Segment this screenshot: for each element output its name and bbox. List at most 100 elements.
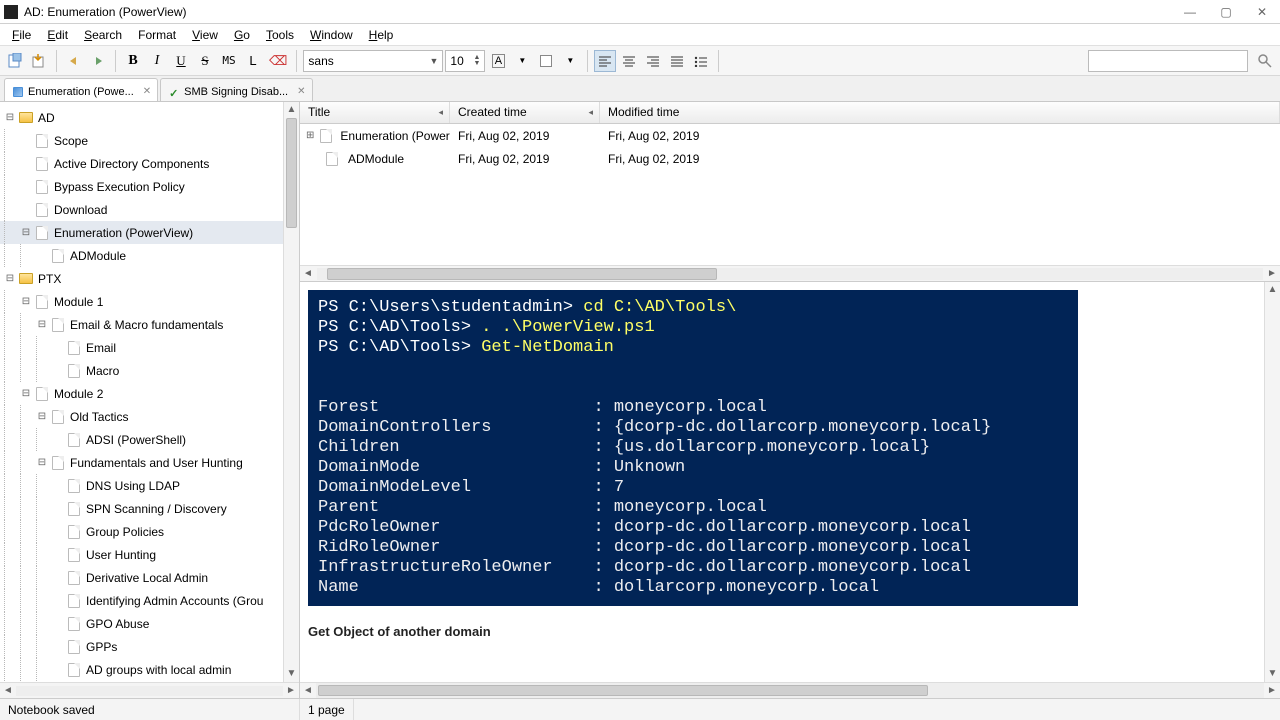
minimize-button[interactable]: — xyxy=(1172,1,1208,23)
font-size-input[interactable]: 10 ▲▼ xyxy=(445,50,485,72)
italic-button[interactable]: I xyxy=(146,50,168,72)
tree-item[interactable]: Email xyxy=(0,336,299,359)
menu-window[interactable]: Window xyxy=(302,25,361,45)
tree-item[interactable]: ⊟Fundamentals and User Hunting xyxy=(0,451,299,474)
tree-item[interactable]: Active Directory Components xyxy=(0,152,299,175)
document-tab[interactable]: Enumeration (Powe...✕ xyxy=(4,78,158,101)
close-button[interactable]: ✕ xyxy=(1244,1,1280,23)
document-tab[interactable]: ✓SMB Signing Disab...✕ xyxy=(160,78,312,101)
menu-go[interactable]: Go xyxy=(226,25,258,45)
monospace-button[interactable]: MS xyxy=(218,50,240,72)
tree-vscrollbar[interactable]: ▲ ▼ xyxy=(283,102,299,682)
menu-edit[interactable]: Edit xyxy=(39,25,76,45)
tree-item[interactable]: Macro xyxy=(0,359,299,382)
bg-color-dropdown[interactable]: ▼ xyxy=(559,50,581,72)
sort-icon: ◂ xyxy=(438,107,443,118)
list-hscrollbar[interactable]: ◄ ► xyxy=(300,265,1280,281)
font-color-button[interactable]: A xyxy=(487,50,509,72)
tree-item[interactable]: GPO Abuse xyxy=(0,612,299,635)
scroll-left-icon[interactable]: ◄ xyxy=(0,685,16,696)
content-hscrollbar[interactable]: ◄ ► xyxy=(300,682,1280,698)
font-color-dropdown[interactable]: ▼ xyxy=(511,50,533,72)
menu-format[interactable]: Format xyxy=(130,25,184,45)
import-button[interactable] xyxy=(28,50,50,72)
tab-close-icon[interactable]: ✕ xyxy=(143,86,151,97)
list-row[interactable]: ADModuleFri, Aug 02, 2019Fri, Aug 02, 20… xyxy=(300,147,1280,170)
list-row[interactable]: ⊞Enumeration (PowerView)Fri, Aug 02, 201… xyxy=(300,124,1280,147)
scroll-thumb[interactable] xyxy=(286,118,297,228)
collapse-icon[interactable]: ⊟ xyxy=(20,291,32,313)
maximize-button[interactable]: ▢ xyxy=(1208,1,1244,23)
menu-help[interactable]: Help xyxy=(361,25,402,45)
column-modified[interactable]: Modified time xyxy=(600,102,1280,123)
align-right-button[interactable] xyxy=(642,50,664,72)
tree-item[interactable]: GPPs xyxy=(0,635,299,658)
scroll-right-icon[interactable]: ► xyxy=(1264,683,1280,698)
collapse-icon[interactable]: ⊟ xyxy=(36,452,48,474)
highlight-button[interactable]: L xyxy=(242,50,264,72)
menu-file[interactable]: File xyxy=(4,25,39,45)
scroll-down-icon[interactable]: ▼ xyxy=(1265,666,1280,682)
bg-color-button[interactable] xyxy=(535,50,557,72)
collapse-icon[interactable]: ⊟ xyxy=(36,406,48,428)
tree-item[interactable]: ⊟Module 1 xyxy=(0,290,299,313)
scroll-thumb[interactable] xyxy=(318,685,928,696)
scroll-down-icon[interactable]: ▼ xyxy=(284,666,299,682)
scroll-right-icon[interactable]: ► xyxy=(283,685,299,696)
menu-search[interactable]: Search xyxy=(76,25,130,45)
bold-button[interactable]: B xyxy=(122,50,144,72)
tree-item[interactable]: ADModule xyxy=(0,244,299,267)
clear-format-button[interactable]: ⌫ xyxy=(266,50,290,72)
spin-down[interactable]: ▼ xyxy=(473,61,480,67)
underline-button[interactable]: U xyxy=(170,50,192,72)
tree-item[interactable]: AD groups with local admin xyxy=(0,658,299,681)
align-left-button[interactable] xyxy=(594,50,616,72)
tree-item[interactable]: Identifying Admin Accounts (Grou xyxy=(0,589,299,612)
scroll-right-icon[interactable]: ► xyxy=(1264,268,1280,279)
back-button[interactable] xyxy=(63,50,85,72)
scroll-left-icon[interactable]: ◄ xyxy=(300,268,316,279)
note-content[interactable]: PS C:\Users\studentadmin> cd C:\AD\Tools… xyxy=(300,282,1264,682)
font-family-select[interactable]: sans ▼ xyxy=(303,50,443,72)
collapse-icon[interactable]: ⊟ xyxy=(36,314,48,336)
scroll-up-icon[interactable]: ▲ xyxy=(1265,282,1280,298)
menu-tools[interactable]: Tools xyxy=(258,25,302,45)
align-justify-button[interactable] xyxy=(666,50,688,72)
tree-item[interactable]: ⊟Old Tactics xyxy=(0,405,299,428)
tree-item[interactable]: DNS Using LDAP xyxy=(0,474,299,497)
column-created[interactable]: Created time◂ xyxy=(450,102,600,123)
tree-item[interactable]: Derivative Local Admin xyxy=(0,566,299,589)
search-input[interactable] xyxy=(1088,50,1248,72)
tree-item[interactable]: Scope xyxy=(0,129,299,152)
scroll-up-icon[interactable]: ▲ xyxy=(284,102,299,118)
tree-item[interactable]: ⊟PTX xyxy=(0,267,299,290)
align-center-button[interactable] xyxy=(618,50,640,72)
tree-item[interactable]: Group Policies xyxy=(0,520,299,543)
forward-button[interactable] xyxy=(87,50,109,72)
tree-item[interactable]: ⊟Module 2 xyxy=(0,382,299,405)
tree-item[interactable]: Bypass Execution Policy xyxy=(0,175,299,198)
expand-icon[interactable]: ⊞ xyxy=(306,130,314,141)
column-title[interactable]: Title◂ xyxy=(300,102,450,123)
bullet-list-button[interactable] xyxy=(690,50,712,72)
collapse-icon[interactable]: ⊟ xyxy=(20,222,32,244)
scroll-thumb[interactable] xyxy=(327,268,717,280)
collapse-icon[interactable]: ⊟ xyxy=(4,268,16,290)
tree-item[interactable]: ⊟AD xyxy=(0,106,299,129)
tree-item[interactable]: SPN Scanning / Discovery xyxy=(0,497,299,520)
tree-item[interactable]: Download xyxy=(0,198,299,221)
tab-close-icon[interactable]: ✕ xyxy=(297,86,305,97)
tree-item[interactable]: User Hunting xyxy=(0,543,299,566)
search-button[interactable] xyxy=(1254,50,1276,72)
menu-view[interactable]: View xyxy=(184,25,226,45)
tree-item[interactable]: ⊟Enumeration (PowerView) xyxy=(0,221,299,244)
tree-hscrollbar[interactable]: ◄ ► xyxy=(0,682,299,698)
collapse-icon[interactable]: ⊟ xyxy=(20,383,32,405)
new-note-button[interactable] xyxy=(4,50,26,72)
content-vscrollbar[interactable]: ▲ ▼ xyxy=(1264,282,1280,682)
scroll-left-icon[interactable]: ◄ xyxy=(300,683,316,698)
tree-item[interactable]: ⊟Email & Macro fundamentals xyxy=(0,313,299,336)
strike-button[interactable]: S xyxy=(194,50,216,72)
collapse-icon[interactable]: ⊟ xyxy=(4,107,16,129)
tree-item[interactable]: ADSI (PowerShell) xyxy=(0,428,299,451)
